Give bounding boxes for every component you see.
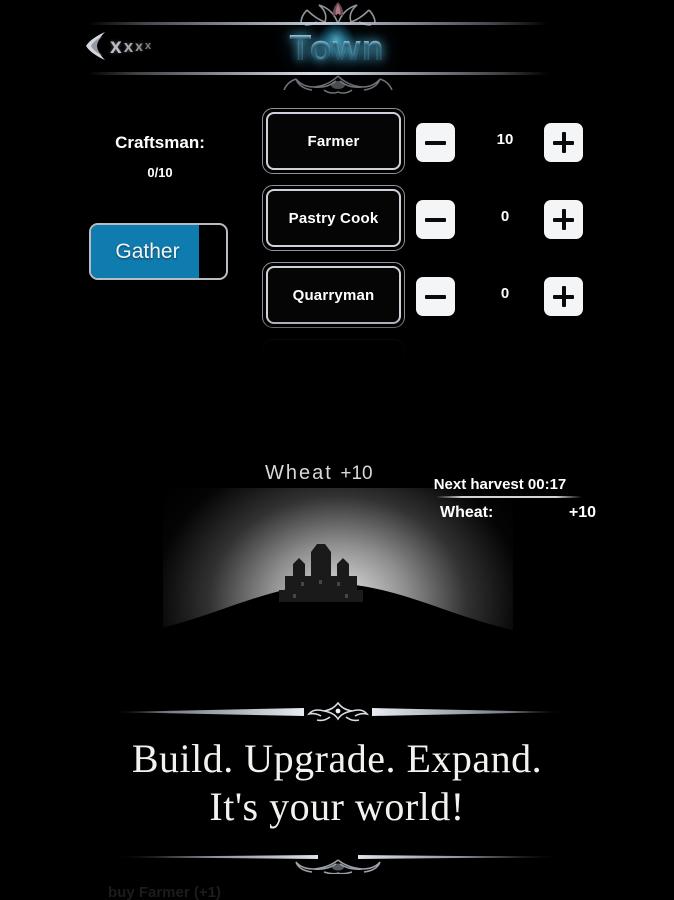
harvest-resource-amount: +10	[568, 504, 596, 521]
job-button-quarryman[interactable]: Quarryman	[262, 262, 405, 328]
job-button-inner: Quarryman	[266, 266, 401, 324]
next-harvest-title: Next harvest 00:17	[433, 476, 567, 493]
job-button-pastry-cook[interactable]: Pastry Cook	[262, 185, 405, 251]
tagline-divider-bottom	[108, 852, 568, 875]
plus-icon-vertical	[561, 209, 566, 230]
game-screen: Town x x x x Craftsman: 0/10 Gather Farm…	[0, 0, 674, 900]
x-mark-4: x	[144, 39, 152, 52]
harvest-resource-label: Wheat:	[440, 504, 494, 521]
craftsman-count: 0/10	[147, 165, 173, 180]
x-mark-2: x	[123, 36, 134, 56]
plus-icon-vertical	[561, 132, 566, 153]
header: Town x x x x	[0, 0, 674, 96]
bottom-cut-off-text[interactable]: buy Farmer (+1)	[108, 884, 428, 900]
minus-icon	[425, 217, 446, 222]
castle-silhouette-icon	[279, 544, 363, 602]
x-mark-1: x	[110, 34, 122, 58]
harvest-panel: Next harvest 00:17 Wheat: +10	[400, 476, 600, 522]
job-button-next-partial[interactable]	[262, 339, 405, 359]
job-count-farmer: 10	[496, 131, 514, 148]
job-plus-button-farmer[interactable]	[544, 123, 583, 162]
tagline-line-2: It's your world!	[209, 784, 465, 829]
job-name: Farmer	[307, 132, 360, 150]
job-row: Quarryman 0	[262, 262, 602, 339]
job-name: Pastry Cook	[288, 209, 379, 227]
tagline: Build. Upgrade. Expand. It's your world!	[0, 736, 674, 832]
job-row-partially-hidden[interactable]	[262, 339, 602, 359]
harvest-resource-row: Wheat: +10	[400, 504, 600, 522]
tagline-line-1: Build. Upgrade. Expand.	[131, 736, 543, 781]
harvest-divider	[436, 496, 582, 498]
back-button[interactable]: x x x x	[84, 28, 176, 64]
resource-gain-popup: Wheat +10	[265, 462, 373, 485]
header-flourish-bottom-icon	[248, 74, 428, 96]
job-name: Quarryman	[292, 286, 375, 304]
resource-gain-name: Wheat	[265, 462, 333, 484]
job-button-farmer[interactable]: Farmer	[262, 108, 405, 174]
minus-icon	[425, 140, 446, 145]
job-list: Farmer 10 Pastry Cook 0 Quarryman 0	[262, 108, 602, 359]
job-count-quarryman: 0	[500, 285, 510, 302]
job-count-pastry-cook: 0	[500, 208, 510, 225]
plus-icon-vertical	[561, 286, 566, 307]
job-button-inner: Farmer	[266, 112, 401, 170]
job-minus-button-quarryman[interactable]	[416, 277, 455, 316]
tagline-divider-top	[108, 700, 568, 722]
gather-button[interactable]: Gather	[89, 223, 228, 280]
job-button-inner: Pastry Cook	[266, 189, 401, 247]
job-row: Farmer 10	[262, 108, 602, 185]
craftsman-label: Craftsman:	[115, 133, 205, 152]
header-x-marks: x x x x	[110, 36, 151, 57]
minus-icon	[425, 294, 446, 299]
job-row: Pastry Cook 0	[262, 185, 602, 262]
job-minus-button-pastry-cook[interactable]	[416, 200, 455, 239]
gather-button-label: Gather	[115, 239, 180, 263]
job-minus-button-farmer[interactable]	[416, 123, 455, 162]
job-plus-button-pastry-cook[interactable]	[544, 200, 583, 239]
x-mark-3: x	[135, 38, 143, 54]
resource-gain-amount: +10	[340, 463, 373, 484]
job-plus-button-quarryman[interactable]	[544, 277, 583, 316]
